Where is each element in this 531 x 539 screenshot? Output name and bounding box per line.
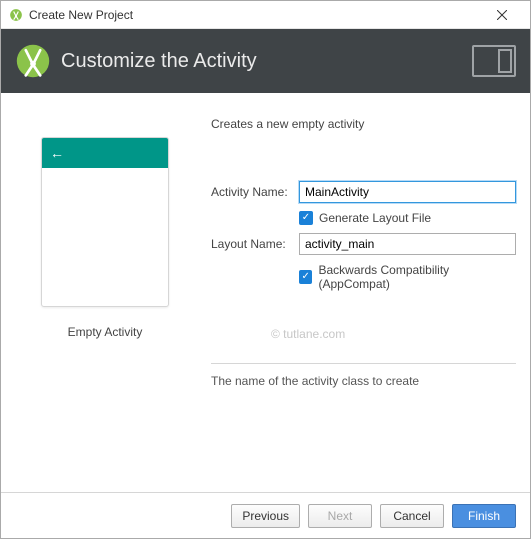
watermark: © tutlane.com (211, 327, 516, 341)
close-button[interactable] (482, 1, 522, 28)
preview-pane: ← Empty Activity (15, 117, 195, 482)
finish-button[interactable]: Finish (452, 504, 516, 528)
generate-layout-checkbox[interactable]: ✓ Generate Layout File (299, 211, 431, 225)
layout-name-row: Layout Name: (211, 233, 516, 255)
form-description: Creates a new empty activity (211, 117, 516, 131)
layout-name-label: Layout Name: (211, 237, 299, 251)
android-studio-icon (9, 8, 23, 22)
backwards-compat-label: Backwards Compatibility (AppCompat) (318, 263, 516, 291)
wizard-title: Customize the Activity (61, 50, 257, 73)
wizard-footer: Previous Next Cancel Finish (1, 492, 530, 538)
next-button: Next (308, 504, 372, 528)
activity-name-row: Activity Name: (211, 181, 516, 203)
window-title: Create New Project (29, 8, 133, 22)
android-studio-icon (15, 43, 51, 79)
preview-appbar: ← (42, 138, 168, 168)
close-icon (497, 10, 507, 20)
generate-layout-row: ✓ Generate Layout File (211, 211, 516, 225)
wizard-content: ← Empty Activity Creates a new empty act… (1, 93, 530, 492)
backwards-compat-checkbox[interactable]: ✓ Backwards Compatibility (AppCompat) (299, 263, 516, 291)
checkbox-checked-icon: ✓ (299, 270, 312, 284)
backwards-compat-row: ✓ Backwards Compatibility (AppCompat) (211, 263, 516, 291)
preview-label: Empty Activity (68, 325, 143, 339)
window-titlebar: Create New Project (1, 1, 530, 29)
activity-name-input[interactable] (299, 181, 516, 203)
field-help-text: The name of the activity class to create (211, 374, 516, 388)
form-pane: Creates a new empty activity Activity Na… (211, 117, 516, 482)
activity-preview: ← (41, 137, 169, 307)
device-icon (472, 45, 516, 77)
previous-button[interactable]: Previous (231, 504, 300, 528)
activity-name-label: Activity Name: (211, 185, 299, 199)
wizard-header: Customize the Activity (1, 29, 530, 93)
checkbox-checked-icon: ✓ (299, 211, 313, 225)
back-arrow-icon: ← (50, 145, 64, 161)
layout-name-input[interactable] (299, 233, 516, 255)
cancel-button[interactable]: Cancel (380, 504, 444, 528)
generate-layout-label: Generate Layout File (319, 211, 431, 225)
divider (211, 363, 516, 364)
